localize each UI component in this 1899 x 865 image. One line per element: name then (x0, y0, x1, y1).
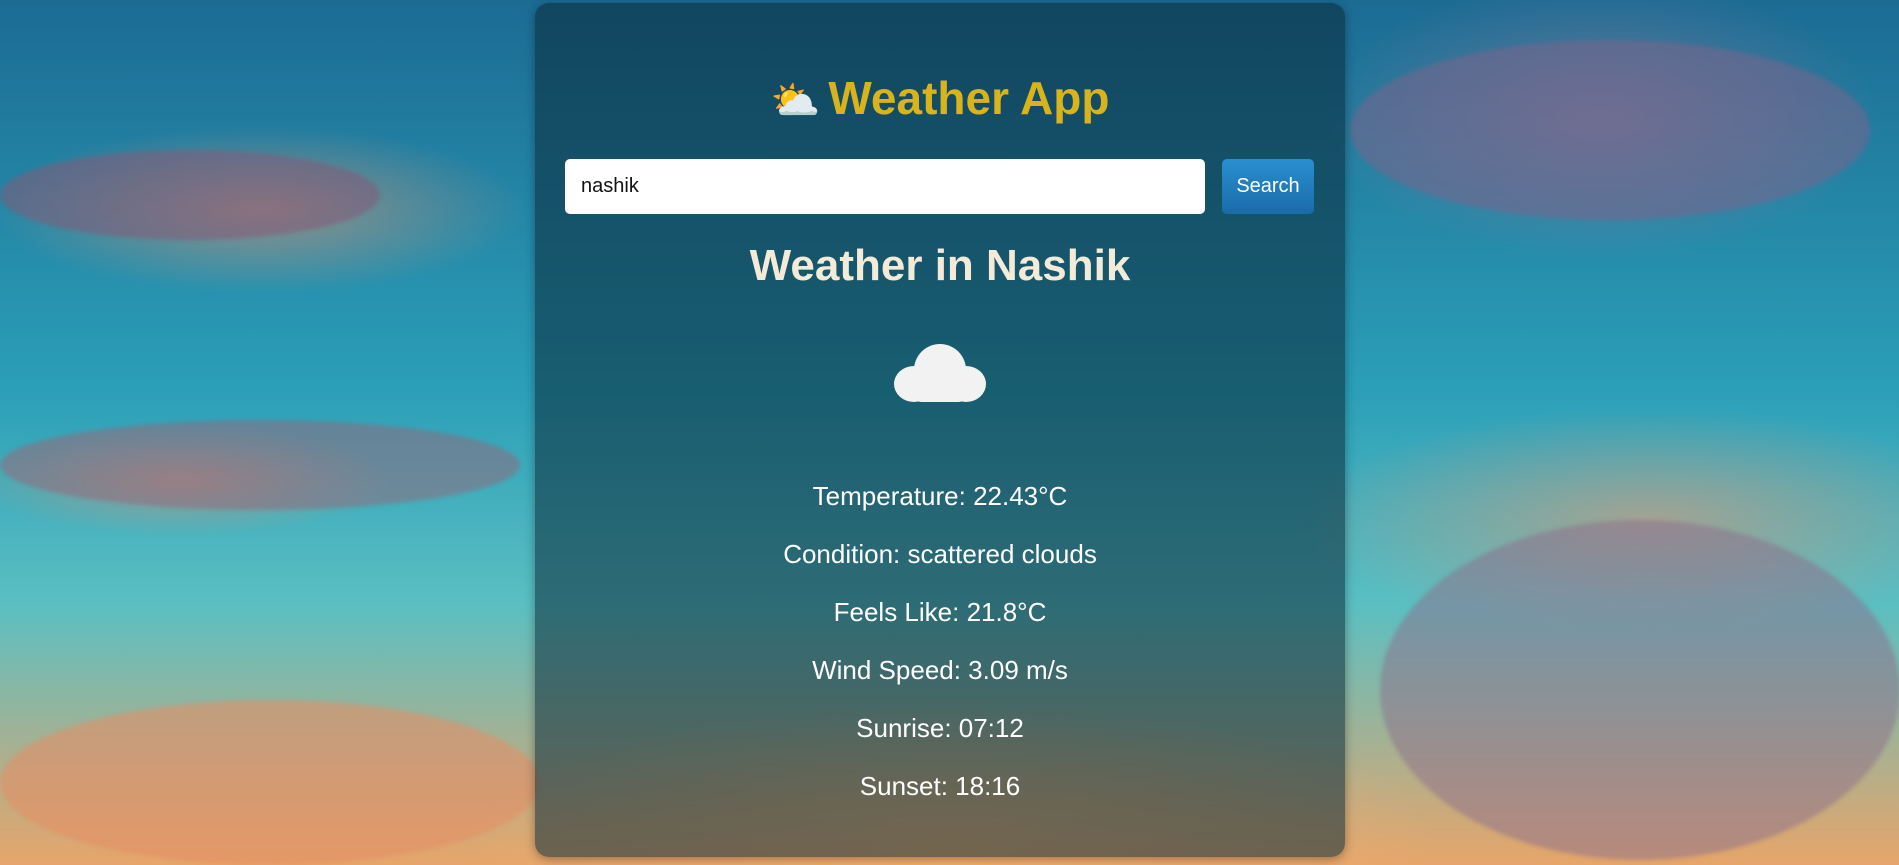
sunset-text: Sunset: 18:16 (859, 771, 1021, 801)
sunrise-text: Sunrise: 07:12 (856, 713, 1024, 743)
weather-heading: Weather in Nashik (749, 241, 1131, 290)
wind-speed-text: Wind Speed: 3.09 m/s (812, 655, 1068, 685)
background-cloud (0, 420, 520, 510)
background-cloud (0, 150, 380, 240)
app-title: ⛅ Weather App (535, 71, 1345, 125)
temperature-text: Temperature: 22.43°C (812, 481, 1068, 511)
app-title-text: Weather App (828, 72, 1110, 124)
search-button[interactable]: Search (1222, 159, 1314, 214)
background-cloud (0, 700, 540, 865)
weather-card: ⛅Weather App Search Weather in Nashik Te… (535, 3, 1345, 857)
sun-behind-cloud-icon: ⛅ (770, 78, 821, 124)
background-cloud (1380, 520, 1899, 860)
feels-like-text: Feels Like: 21.8°C (833, 597, 1047, 627)
cloud-icon (894, 344, 986, 402)
city-search-input[interactable] (565, 159, 1205, 214)
background-cloud (1350, 40, 1870, 220)
condition-text: Condition: scattered clouds (783, 539, 1097, 569)
